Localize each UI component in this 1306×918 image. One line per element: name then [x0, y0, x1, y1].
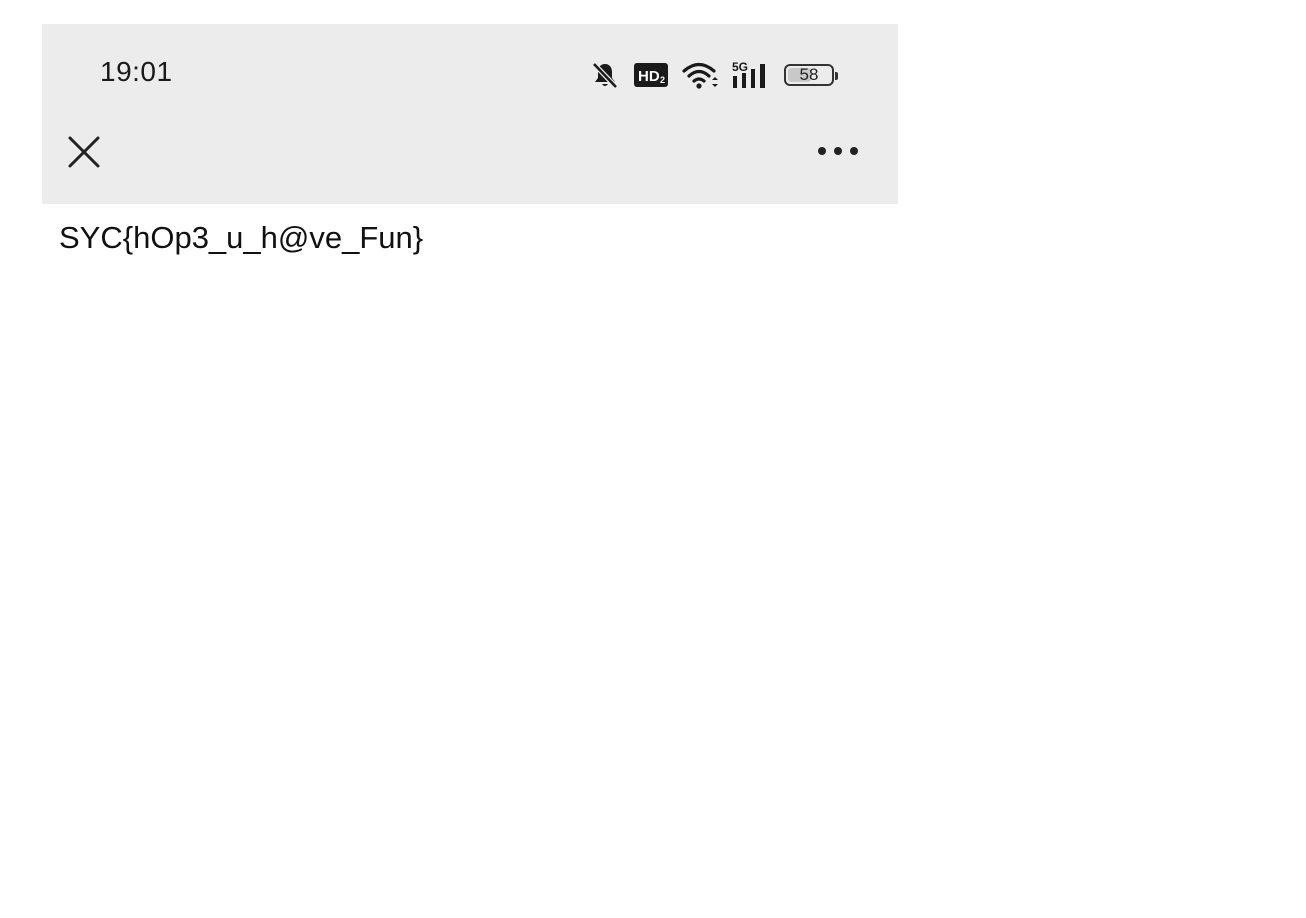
- hd-sub: 2: [660, 75, 665, 85]
- wifi-icon: [682, 60, 718, 90]
- page-content-text: SYC{hOp3_u_h@ve_Fun}: [59, 220, 424, 255]
- bell-muted-icon: [590, 60, 620, 90]
- battery-icon: 58: [784, 64, 838, 86]
- hd-label: HD: [638, 68, 660, 85]
- status-time: 19:01: [100, 56, 173, 87]
- more-options-button[interactable]: [812, 136, 864, 166]
- app-header: 19:01 HD 2 5G 58: [42, 24, 898, 204]
- close-button[interactable]: [64, 132, 104, 172]
- hd-icon: HD 2: [634, 63, 668, 87]
- close-icon: [68, 136, 100, 168]
- battery-level: 58: [799, 65, 819, 84]
- more-options-icon: [818, 147, 858, 155]
- signal-5g-icon: 5G: [732, 60, 770, 90]
- network-label: 5G: [732, 60, 748, 74]
- status-icons: HD 2 5G 58: [590, 58, 838, 92]
